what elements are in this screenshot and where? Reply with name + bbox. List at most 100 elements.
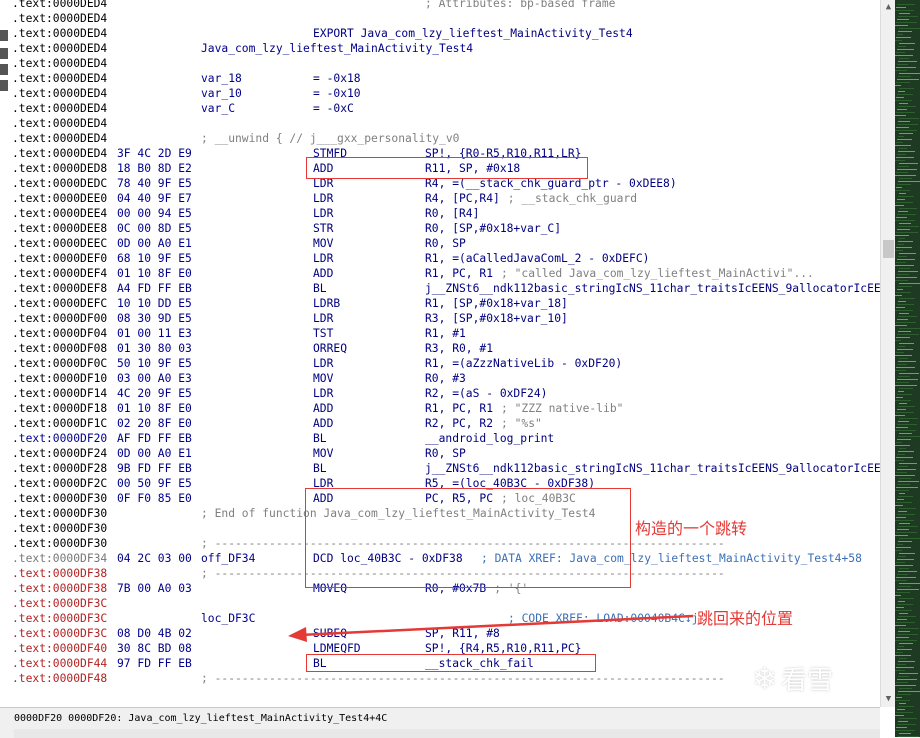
- minimap-line: [899, 73, 920, 74]
- minimap-line: [899, 208, 917, 209]
- minimap-line: [898, 706, 914, 707]
- minimap-line: [895, 100, 912, 101]
- minimap-line: [896, 277, 917, 278]
- minimap-line: [895, 355, 912, 356]
- scroll-down-icon[interactable]: ▼: [881, 692, 896, 707]
- opcode-bytes: 10 10 DD E5: [117, 297, 192, 310]
- listing-line[interactable]: .text:0000DEEC 0D 00 A0 E1 MOV R0, SP: [12, 236, 880, 251]
- opcode-bytes: 02 20 8F E0: [117, 417, 192, 430]
- listing-line[interactable]: .text:0000DF20 AF FD FF EB BL __android_log…: [12, 431, 880, 446]
- listing-line[interactable]: .text:0000DF14 4C 20 9F E5 LDR R2, =(aS - 0…: [12, 386, 880, 401]
- snowflake-icon: ❄: [752, 662, 778, 697]
- operands: R0, SP: [425, 237, 466, 250]
- listing-line[interactable]: .text:0000DED4 ; __unwind { // j___gxx_pe…: [12, 131, 880, 146]
- minimap-line: [899, 493, 905, 494]
- operands: R0, SP: [425, 447, 466, 460]
- listing-line[interactable]: .text:0000DED4 ; Attributes: bp-based fra…: [12, 0, 880, 11]
- listing-line[interactable]: .text:0000DF28 9B FD FF EB BL j__ZNSt6__ndk…: [12, 461, 880, 476]
- listing-line[interactable]: .text:0000DED4 var_18 = -0x18: [12, 71, 880, 86]
- minimap-line: [899, 283, 920, 284]
- minimap-line: [898, 376, 910, 377]
- minimap-line: [896, 502, 912, 503]
- minimap-line: [897, 79, 919, 80]
- mnemonic: LDRB: [313, 297, 341, 310]
- disassembly-listing[interactable]: .text:0000DED4 ; Attributes: bp-based fra…: [12, 0, 880, 707]
- listing-line[interactable]: .text:0000DED4 var_C = -0xC: [12, 101, 880, 116]
- listing-line[interactable]: .text:0000DF48 ; ------------------------…: [12, 671, 880, 686]
- listing-line[interactable]: .text:0000DEE4 00 00 94 E5 LDR R0, [R4]: [12, 206, 880, 221]
- listing-line[interactable]: .text:0000DED4 EXPORT Java_com_lzy_liefte…: [12, 26, 880, 41]
- minimap-line: [898, 586, 911, 587]
- opcode-bytes: 0C 00 8D E5: [117, 222, 192, 235]
- listing-line[interactable]: .text:0000DEF4 01 10 8F E0 ADD R1, PC, R1 ; …: [12, 266, 880, 281]
- label: var_C: [201, 102, 236, 115]
- listing-line[interactable]: .text:0000DF10 03 00 A0 E3 MOV R0, #3: [12, 371, 880, 386]
- minimap-line: [897, 19, 909, 20]
- minimap-line: [896, 97, 904, 98]
- minimap-line: [899, 448, 906, 449]
- minimap-line: [896, 202, 913, 203]
- minimap-line: [899, 178, 912, 179]
- listing-line[interactable]: .text:0000DEF0 68 10 9F E5 LDR R1, =(aCalle…: [12, 251, 880, 266]
- mnemonic: LDR: [313, 207, 334, 220]
- minimap-line: [897, 619, 907, 620]
- minimap-line: [899, 13, 910, 14]
- minimap-line: [897, 424, 917, 425]
- minimap-line: [896, 307, 905, 308]
- minimap-line: [895, 460, 904, 461]
- scrollbar-thumb[interactable]: [883, 240, 894, 258]
- label: loc_DF3C: [201, 612, 256, 625]
- listing-line[interactable]: .text:0000DF08 01 30 80 03 ORREQ R3, R0, #1: [12, 341, 880, 356]
- vertical-scrollbar[interactable]: ▲ ▼: [880, 0, 896, 707]
- stmfd-highlight-box: [306, 157, 588, 179]
- mnemonic: LDR: [313, 192, 334, 205]
- minimap-line: [896, 397, 903, 398]
- minimap-line: [896, 22, 917, 23]
- overview-minimap[interactable]: [895, 0, 920, 737]
- listing-line[interactable]: .text:0000DF24 0D 00 A0 E1 MOV R0, SP: [12, 446, 880, 461]
- minimap-line: [896, 292, 911, 293]
- listing-line[interactable]: .text:0000DED4 Java_com_lzy_lieftest_Main…: [12, 41, 880, 56]
- listing-line[interactable]: .text:0000DED4: [12, 56, 880, 71]
- return-position-annotation: 跳回来的位置: [697, 609, 794, 628]
- label: Java_com_lzy_lieftest_MainActivity_Test4: [201, 42, 474, 55]
- address: .text:0000DF1C: [12, 417, 108, 430]
- opcode-bytes: 04 40 9F E7: [117, 192, 192, 205]
- scroll-up-icon[interactable]: ▲: [881, 0, 896, 15]
- minimap-line: [898, 16, 918, 17]
- minimap-line: [898, 391, 904, 392]
- minimap-line: [895, 235, 909, 236]
- minimap-line: [897, 94, 913, 95]
- minimap-line: [896, 472, 907, 473]
- listing-line[interactable]: .text:0000DF1C 02 20 8F E0 ADD R2, PC, R2 ; …: [12, 416, 880, 431]
- listing-line[interactable]: .text:0000DED4: [12, 11, 880, 26]
- minimap-line: [899, 103, 908, 104]
- mnemonic: BL: [313, 432, 327, 445]
- listing-line[interactable]: .text:0000DF18 01 10 8F E0 ADD R1, PC, R1 ; …: [12, 401, 880, 416]
- minimap-line: [898, 466, 908, 467]
- opcode-bytes: 18 B0 8D E2: [117, 162, 192, 175]
- address: .text:0000DF14: [12, 387, 108, 400]
- minimap-line: [899, 268, 910, 269]
- listing-line[interactable]: .text:0000DEE8 0C 00 8D E5 STR R0, [SP,#0x1…: [12, 221, 880, 236]
- minimap-line: [899, 463, 917, 464]
- listing-line[interactable]: .text:0000DF04 01 00 11 E3 TST R1, #1: [12, 326, 880, 341]
- opcode-bytes: 0D 00 A0 E1: [117, 237, 192, 250]
- minimap-line: [895, 70, 907, 71]
- minimap-line: [899, 118, 919, 119]
- mnemonic: LDR: [313, 387, 334, 400]
- operands: __android_log_print: [425, 432, 555, 445]
- listing-line[interactable]: .text:0000DF00 08 30 9D E5 LDR R3, [SP,#0x1…: [12, 311, 880, 326]
- minimap-line: [898, 106, 916, 107]
- opcode-bytes: 01 00 11 E3: [117, 327, 192, 340]
- listing-line[interactable]: .text:0000DF0C 50 10 9F E5 LDR R1, =(aZzzNa…: [12, 356, 880, 371]
- minimap-line: [896, 682, 908, 683]
- minimap-line: [896, 637, 909, 638]
- listing-line[interactable]: .text:0000DED4 var_10 = -0x10: [12, 86, 880, 101]
- listing-line[interactable]: .text:0000DED4: [12, 116, 880, 131]
- minimap-line: [898, 181, 920, 182]
- listing-line[interactable]: .text:0000DEF8 A4 FD FF EB BL j__ZNSt6__ndk…: [12, 281, 880, 296]
- operands: R1, =(aZzzNativeLib - 0xDF20): [425, 357, 623, 370]
- listing-line[interactable]: .text:0000DEE0 04 40 9F E7 LDR R4, [PC,R4];…: [12, 191, 880, 206]
- listing-line[interactable]: .text:0000DEFC 10 10 DD E5 LDRB R1, [SP,#0x…: [12, 296, 880, 311]
